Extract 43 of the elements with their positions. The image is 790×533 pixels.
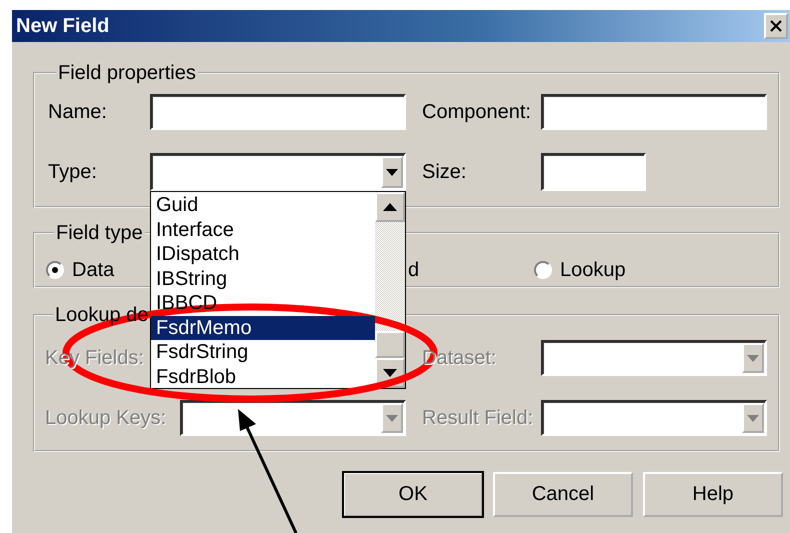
radio-label[interactable]: Data xyxy=(72,258,114,282)
field-label: Name: xyxy=(48,100,108,124)
dropdown-arrow-icon xyxy=(386,168,398,176)
field-label: Component: xyxy=(422,100,532,124)
radio-button[interactable] xyxy=(534,261,552,279)
list-item[interactable]: FsdrMemo xyxy=(151,316,375,340)
text-field[interactable] xyxy=(150,94,406,130)
list-item[interactable]: Interface xyxy=(151,218,375,242)
radio-label[interactable]: d xyxy=(380,258,534,282)
window-title: New Field xyxy=(15,14,110,38)
text-field[interactable] xyxy=(541,94,767,130)
group-title: Field type xyxy=(55,222,144,244)
dropdown-button[interactable] xyxy=(381,156,403,188)
combo-box[interactable] xyxy=(541,340,767,376)
dropdown-arrow-icon xyxy=(747,414,759,422)
combo-box[interactable] xyxy=(180,400,406,436)
list-item[interactable]: FsdrBlob xyxy=(151,364,375,389)
list-item[interactable]: IDispatch xyxy=(151,242,375,266)
dropdown-arrow-icon xyxy=(747,354,759,362)
scrollbar[interactable] xyxy=(375,192,405,388)
scroll-thumb[interactable] xyxy=(375,331,405,358)
list-item[interactable]: Guid xyxy=(151,193,375,218)
group-title: Field properties xyxy=(57,62,197,84)
list-item[interactable]: IBString xyxy=(151,266,375,291)
scroll-up-button[interactable] xyxy=(375,192,405,222)
radio-label[interactable]: Lookup xyxy=(560,258,626,282)
dropdown-arrow-icon xyxy=(386,414,398,422)
text-field[interactable] xyxy=(541,153,646,191)
up-arrow-icon xyxy=(383,203,397,211)
combo-box[interactable] xyxy=(541,400,767,436)
field-label: Type: xyxy=(48,160,98,184)
close-icon xyxy=(770,20,782,32)
close-button[interactable] xyxy=(764,13,788,39)
down-arrow-icon xyxy=(383,369,397,377)
field-label: Size: xyxy=(422,160,468,184)
radio-button[interactable] xyxy=(46,261,64,279)
dialog-button[interactable]: Help xyxy=(643,472,783,517)
field-label: Result Field: xyxy=(422,406,534,430)
dialog-button[interactable]: Cancel xyxy=(493,472,633,517)
field-label: Lookup Keys: xyxy=(45,406,168,430)
combo-box[interactable] xyxy=(150,153,406,191)
dialog-button[interactable]: OK xyxy=(343,472,483,517)
list-item[interactable]: FsdrString xyxy=(151,340,375,364)
